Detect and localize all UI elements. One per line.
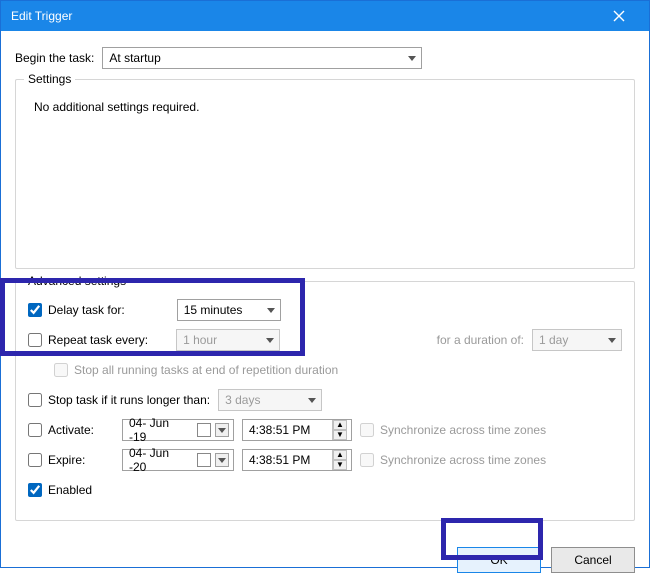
stop-longer-value: 3 days [225, 393, 260, 407]
stop-longer-row: Stop task if it runs longer than: 3 days [28, 388, 622, 412]
activate-time-value: 4:38:51 PM [249, 423, 310, 437]
activate-date-input[interactable]: 04- Jun -19 [122, 419, 234, 441]
begin-task-value: At startup [109, 51, 160, 65]
spin-up-icon[interactable]: ▲ [333, 450, 347, 460]
titlebar[interactable]: Edit Trigger [1, 1, 649, 31]
spin-down-icon[interactable]: ▼ [333, 430, 347, 440]
spin-down-icon[interactable]: ▼ [333, 460, 347, 470]
advanced-legend: Advanced settings [24, 274, 130, 288]
time-spinner[interactable]: ▲ ▼ [332, 450, 347, 470]
expire-sync-checkbox [360, 453, 374, 467]
begin-task-label: Begin the task: [15, 51, 94, 65]
delay-duration-value: 15 minutes [184, 303, 243, 317]
activate-sync-checkbox [360, 423, 374, 437]
expire-time-value: 4:38:51 PM [249, 453, 310, 467]
expire-label: Expire: [48, 453, 85, 467]
expire-row: Expire: 04- Jun -20 4:38:51 PM ▲ ▼ [28, 448, 622, 472]
window-title: Edit Trigger [11, 9, 599, 23]
advanced-settings-group: Advanced settings Delay task for: 15 min… [15, 281, 635, 521]
dialog-footer: OK Cancel [1, 539, 649, 585]
stop-longer-checkbox[interactable] [28, 393, 42, 407]
repeat-duration-select: 1 day [532, 329, 622, 351]
activate-time-input[interactable]: 4:38:51 PM ▲ ▼ [242, 419, 352, 441]
enabled-label: Enabled [48, 483, 92, 497]
expire-sync-label: Synchronize across time zones [380, 453, 546, 467]
stop-repetition-label: Stop all running tasks at end of repetit… [74, 363, 338, 377]
stop-longer-label: Stop task if it runs longer than: [48, 393, 210, 407]
delay-label: Delay task for: [48, 303, 125, 317]
dialog-content: Begin the task: At startup Settings No a… [1, 31, 649, 539]
chevron-down-icon [262, 300, 280, 320]
settings-legend: Settings [24, 72, 75, 86]
chevron-down-icon [603, 330, 621, 350]
calendar-icon [197, 453, 211, 467]
begin-task-row: Begin the task: At startup [15, 47, 635, 69]
ok-button[interactable]: OK [457, 547, 541, 573]
enabled-row: Enabled [28, 478, 622, 502]
spin-up-icon[interactable]: ▲ [333, 420, 347, 430]
no-additional-settings-text: No additional settings required. [34, 100, 622, 114]
close-icon[interactable] [599, 1, 639, 31]
chevron-down-icon[interactable] [215, 423, 229, 437]
activate-sync-label: Synchronize across time zones [380, 423, 546, 437]
expire-date-input[interactable]: 04- Jun -20 [122, 449, 234, 471]
activate-date-value: 04- Jun -19 [129, 416, 189, 444]
repeat-label: Repeat task every: [48, 333, 148, 347]
begin-task-select[interactable]: At startup [102, 47, 422, 69]
delay-checkbox[interactable] [28, 303, 42, 317]
chevron-down-icon [403, 48, 421, 68]
expire-time-input[interactable]: 4:38:51 PM ▲ ▼ [242, 449, 352, 471]
edit-trigger-dialog: Edit Trigger Begin the task: At startup … [0, 0, 650, 568]
chevron-down-icon [261, 330, 279, 350]
stop-longer-select: 3 days [218, 389, 322, 411]
stop-repetition-checkbox [54, 363, 68, 377]
activate-row: Activate: 04- Jun -19 4:38:51 PM ▲ ▼ [28, 418, 622, 442]
settings-group: Settings No additional settings required… [15, 79, 635, 269]
repeat-interval-value: 1 hour [183, 333, 217, 347]
activate-checkbox[interactable] [28, 423, 42, 437]
repeat-interval-select: 1 hour [176, 329, 280, 351]
delay-row: Delay task for: 15 minutes [28, 298, 622, 322]
repeat-duration-value: 1 day [539, 333, 568, 347]
chevron-down-icon [303, 390, 321, 410]
expire-date-value: 04- Jun -20 [129, 446, 189, 474]
stop-repetition-row: Stop all running tasks at end of repetit… [54, 358, 622, 382]
activate-label: Activate: [48, 423, 94, 437]
chevron-down-icon[interactable] [215, 453, 229, 467]
repeat-duration-label: for a duration of: [437, 333, 524, 347]
enabled-checkbox[interactable] [28, 483, 42, 497]
calendar-icon [197, 423, 211, 437]
repeat-checkbox[interactable] [28, 333, 42, 347]
time-spinner[interactable]: ▲ ▼ [332, 420, 347, 440]
delay-duration-select[interactable]: 15 minutes [177, 299, 281, 321]
repeat-row: Repeat task every: 1 hour for a duration… [28, 328, 622, 352]
expire-checkbox[interactable] [28, 453, 42, 467]
cancel-button[interactable]: Cancel [551, 547, 635, 573]
